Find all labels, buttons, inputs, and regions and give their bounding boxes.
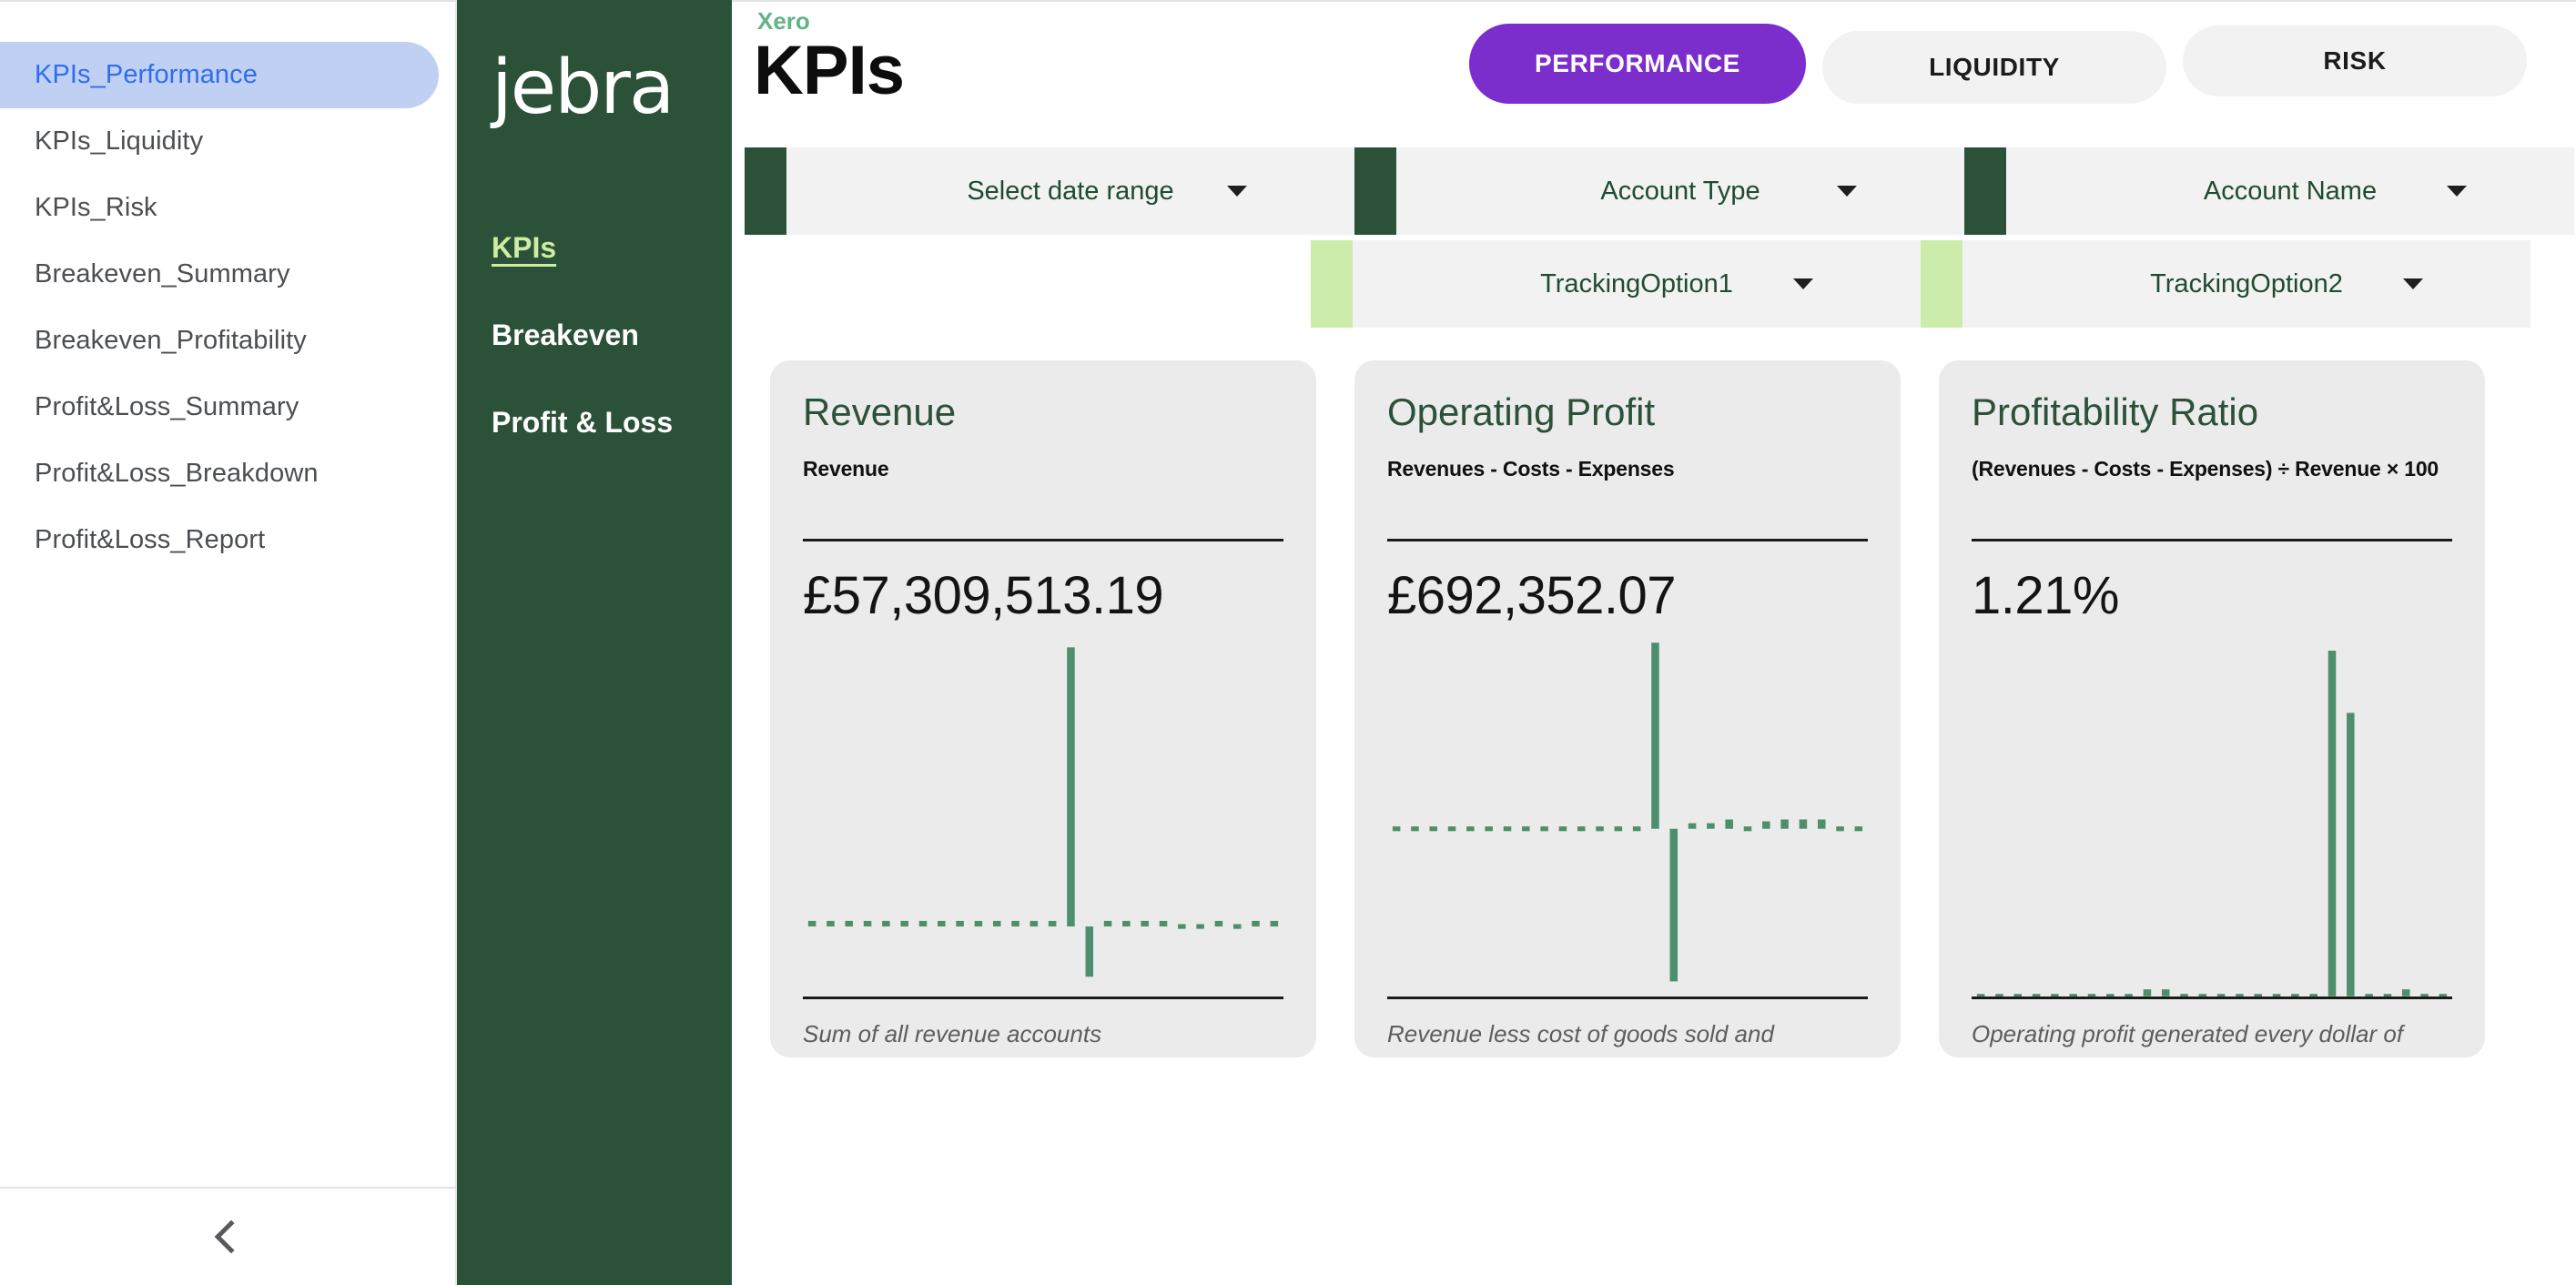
kpi-card-title: Profitability Ratio (1972, 390, 2259, 433)
file-sidebar: KPIs_Performance KPIs_Liquidity KPIs_Ris… (0, 0, 457, 1285)
sidebar-item-kpis-liquidity[interactable]: KPIs_Liquidity (0, 108, 439, 175)
kpi-card-title: Revenue (803, 390, 957, 433)
sidebar-item-label: Breakeven_Profitability (35, 326, 307, 355)
kpi-card-description: Operating profit generated every dollar … (1972, 1019, 2404, 1047)
chevron-down-icon (1227, 186, 1247, 197)
filter-field[interactable]: TrackingOption2 (1962, 240, 2530, 328)
sidebar-item-label: KPIs_Liquidity (35, 126, 204, 156)
filter-accent-bar (745, 147, 786, 235)
chevron-down-icon (2403, 278, 2423, 289)
sparkline-svg (807, 647, 1279, 977)
filter-field[interactable]: Account Type (1396, 147, 1964, 235)
chevron-down-icon (1837, 186, 1857, 197)
kpi-sparkline-profitability-ratio (1972, 633, 2452, 997)
sidebar-item-label: KPIs_Performance (35, 60, 258, 89)
tab-risk[interactable]: RISK (2183, 25, 2527, 96)
kpi-card-value: £692,352.07 (1387, 565, 1677, 625)
sidebar-item-kpis-risk[interactable]: KPIs_Risk (0, 175, 439, 241)
kpi-card-description: Sum of all revenue accounts (803, 1019, 1102, 1047)
sidebar-item-breakeven-summary[interactable]: Breakeven_Summary (0, 241, 439, 308)
tab-liquidity[interactable]: LIQUIDITY (1822, 31, 2166, 104)
filter-account-type[interactable]: Account Type (1354, 147, 1964, 235)
kpi-card-formula: Revenue (803, 457, 889, 481)
app-root: KPIs_Performance KPIs_Liquidity KPIs_Ris… (0, 0, 2576, 1285)
filter-row-tracking: TrackingOption1 TrackingOption2 (745, 240, 2576, 328)
sidebar-item-label: Profit&Loss_Summary (35, 392, 299, 421)
rail-link-breakeven[interactable]: Breakeven (492, 319, 732, 352)
chevron-down-icon (2447, 186, 2467, 197)
sidebar-item-breakeven-profitability[interactable]: Breakeven_Profitability (0, 308, 439, 374)
filter-accent-bar (1311, 240, 1353, 328)
filter-label: Account Type (1600, 176, 1760, 206)
filter-field[interactable]: TrackingOption1 (1353, 240, 1921, 328)
filter-accent-bar (1964, 147, 2006, 235)
rail-nav: KPIs Breakeven Profit & Loss (457, 231, 732, 493)
filter-account-name[interactable]: Account Name (1964, 147, 2574, 235)
kpi-card-footer-divider (1387, 996, 1868, 999)
rail-link-profit-loss[interactable]: Profit & Loss (492, 406, 732, 440)
filter-accent-bar (1354, 147, 1396, 235)
chevron-down-icon (1793, 278, 1813, 289)
tab-performance[interactable]: PERFORMANCE (1469, 24, 1806, 104)
kpi-card-grid: Revenue Revenue £57,309,513.19 Sum of al… (732, 360, 2576, 1057)
kpi-card-divider (1972, 538, 2452, 541)
filter-accent-bar (1921, 240, 1962, 328)
jebra-logo: jebra (492, 45, 674, 131)
filter-label: Select date range (967, 176, 1174, 206)
kpi-card-description: Revenue less cost of goods sold and (1387, 1019, 1774, 1047)
kpi-tab-group: PERFORMANCE LIQUIDITY RISK (1469, 24, 2527, 104)
filter-field[interactable]: Select date range (786, 147, 1354, 235)
main-content: Xero KPIs PERFORMANCE LIQUIDITY RISK Sel… (732, 0, 2576, 1285)
kpi-card-operating-profit: Operating Profit Revenues - Costs - Expe… (1354, 360, 1901, 1057)
kpi-card-profitability-ratio: Profitability Ratio (Revenues - Costs - … (1939, 360, 2485, 1057)
kpi-card-formula: (Revenues - Costs - Expenses) ÷ Revenue … (1972, 457, 2439, 481)
filter-label: TrackingOption1 (1540, 268, 1733, 298)
filter-tracking-option-2[interactable]: TrackingOption2 (1921, 240, 2530, 328)
sparkline-svg (1976, 650, 2448, 997)
sidebar-item-profitloss-breakdown[interactable]: Profit&Loss_Breakdown (0, 440, 439, 507)
sparkline-svg (1392, 642, 1863, 982)
filter-date-range[interactable]: Select date range (745, 147, 1354, 235)
filter-row-primary: Select date range Account Type Account N… (745, 147, 2576, 235)
sidebar-item-label: Profit&Loss_Report (35, 525, 266, 554)
kpi-card-title: Operating Profit (1387, 390, 1656, 433)
filter-bar: Select date range Account Type Account N… (732, 147, 2576, 328)
sidebar-item-profitloss-report[interactable]: Profit&Loss_Report (0, 507, 439, 573)
sidebar-item-profitloss-summary[interactable]: Profit&Loss_Summary (0, 374, 439, 440)
kpi-card-footer-divider (1972, 996, 2452, 999)
sidebar-collapse-button[interactable] (0, 1187, 455, 1285)
filter-label: Account Name (2203, 176, 2378, 206)
chevron-left-icon (214, 1219, 248, 1254)
filter-row-spacer (745, 240, 1311, 328)
filter-field[interactable]: Account Name (2006, 147, 2574, 235)
page-header: Xero KPIs PERFORMANCE LIQUIDITY RISK (732, 2, 2576, 147)
sidebar-item-label: Breakeven_Summary (35, 259, 290, 288)
file-list: KPIs_Performance KPIs_Liquidity KPIs_Ris… (0, 2, 455, 573)
filter-label: TrackingOption2 (2150, 268, 2343, 298)
kpi-card-value: £57,309,513.19 (803, 565, 1164, 625)
rail-link-kpis[interactable]: KPIs (492, 231, 732, 265)
sidebar-item-kpis-performance[interactable]: KPIs_Performance (0, 42, 439, 108)
kpi-card-revenue: Revenue Revenue £57,309,513.19 Sum of al… (770, 360, 1316, 1057)
brand-rail: jebra KPIs Breakeven Profit & Loss (457, 0, 732, 1285)
kpi-card-formula: Revenues - Costs - Expenses (1387, 457, 1675, 481)
page-title: KPIs (754, 32, 905, 109)
kpi-card-divider (803, 538, 1283, 541)
kpi-card-divider (1387, 538, 1868, 541)
kpi-sparkline-revenue (803, 633, 1283, 997)
filter-tracking-option-1[interactable]: TrackingOption1 (1311, 240, 1921, 328)
sidebar-item-label: Profit&Loss_Breakdown (35, 459, 319, 488)
sidebar-item-label: KPIs_Risk (35, 193, 157, 222)
kpi-card-value: 1.21% (1972, 565, 2119, 625)
kpi-card-footer-divider (803, 996, 1283, 999)
kpi-sparkline-operating-profit (1387, 633, 1868, 997)
